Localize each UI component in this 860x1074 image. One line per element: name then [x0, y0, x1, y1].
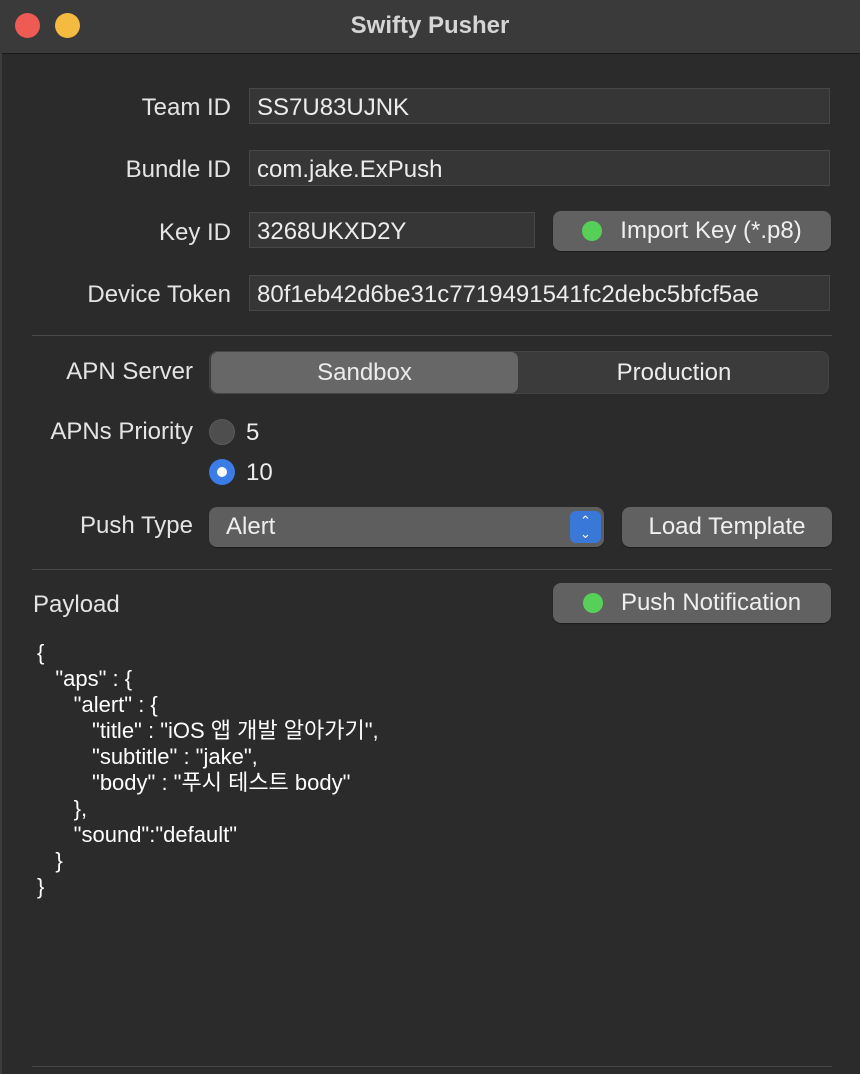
- import-key-button[interactable]: Import Key (*.p8): [553, 211, 831, 251]
- push-type-label: Push Type: [80, 512, 193, 539]
- team-id-field[interactable]: SS7U83UJNK: [249, 88, 830, 124]
- priority-5-label: 5: [246, 419, 260, 446]
- payload-label: Payload: [33, 591, 120, 618]
- segment-sandbox[interactable]: Sandbox: [211, 352, 518, 393]
- bundle-id-field[interactable]: com.jake.ExPush: [249, 150, 830, 186]
- key-id-label: Key ID: [158, 219, 231, 246]
- key-id-field[interactable]: 3268UKXD2Y: [249, 212, 535, 248]
- priority-10-label: 10: [246, 459, 273, 486]
- status-indicator-icon: [582, 593, 603, 613]
- push-notification-button[interactable]: Push Notification: [553, 583, 831, 623]
- import-key-label: Import Key (*.p8): [620, 217, 802, 244]
- payload-editor[interactable]: { "aps" : { "alert" : { "title" : "iOS 앱…: [37, 640, 827, 1060]
- priority-10-radio[interactable]: [209, 459, 235, 485]
- divider: [32, 1066, 832, 1067]
- status-indicator-icon: [582, 221, 603, 241]
- window-title: Swifty Pusher: [350, 12, 510, 39]
- divider: [32, 335, 832, 336]
- push-type-popup[interactable]: Alert ⌃ ⌄: [209, 507, 604, 547]
- divider: [32, 569, 832, 570]
- apns-priority-label: APNs Priority: [50, 418, 193, 445]
- load-template-button[interactable]: Load Template: [622, 507, 832, 547]
- apn-server-label: APN Server: [66, 358, 193, 385]
- window-edge: [0, 53, 2, 1074]
- device-token-label: Device Token: [87, 281, 231, 308]
- apn-server-segmented-control[interactable]: Sandbox Production: [209, 351, 829, 394]
- bundle-id-label: Bundle ID: [125, 156, 231, 183]
- chevron-up-down-icon: ⌃ ⌄: [570, 511, 601, 543]
- device-token-field[interactable]: 80f1eb42d6be31c7719491541fc2debc5bfcf5ae: [249, 275, 830, 311]
- title-bar: Swifty Pusher: [0, 0, 860, 54]
- segment-production[interactable]: Production: [520, 352, 828, 393]
- priority-5-radio[interactable]: [209, 419, 235, 445]
- team-id-label: Team ID: [141, 94, 231, 121]
- push-notification-label: Push Notification: [620, 589, 802, 616]
- push-type-value: Alert: [226, 513, 276, 540]
